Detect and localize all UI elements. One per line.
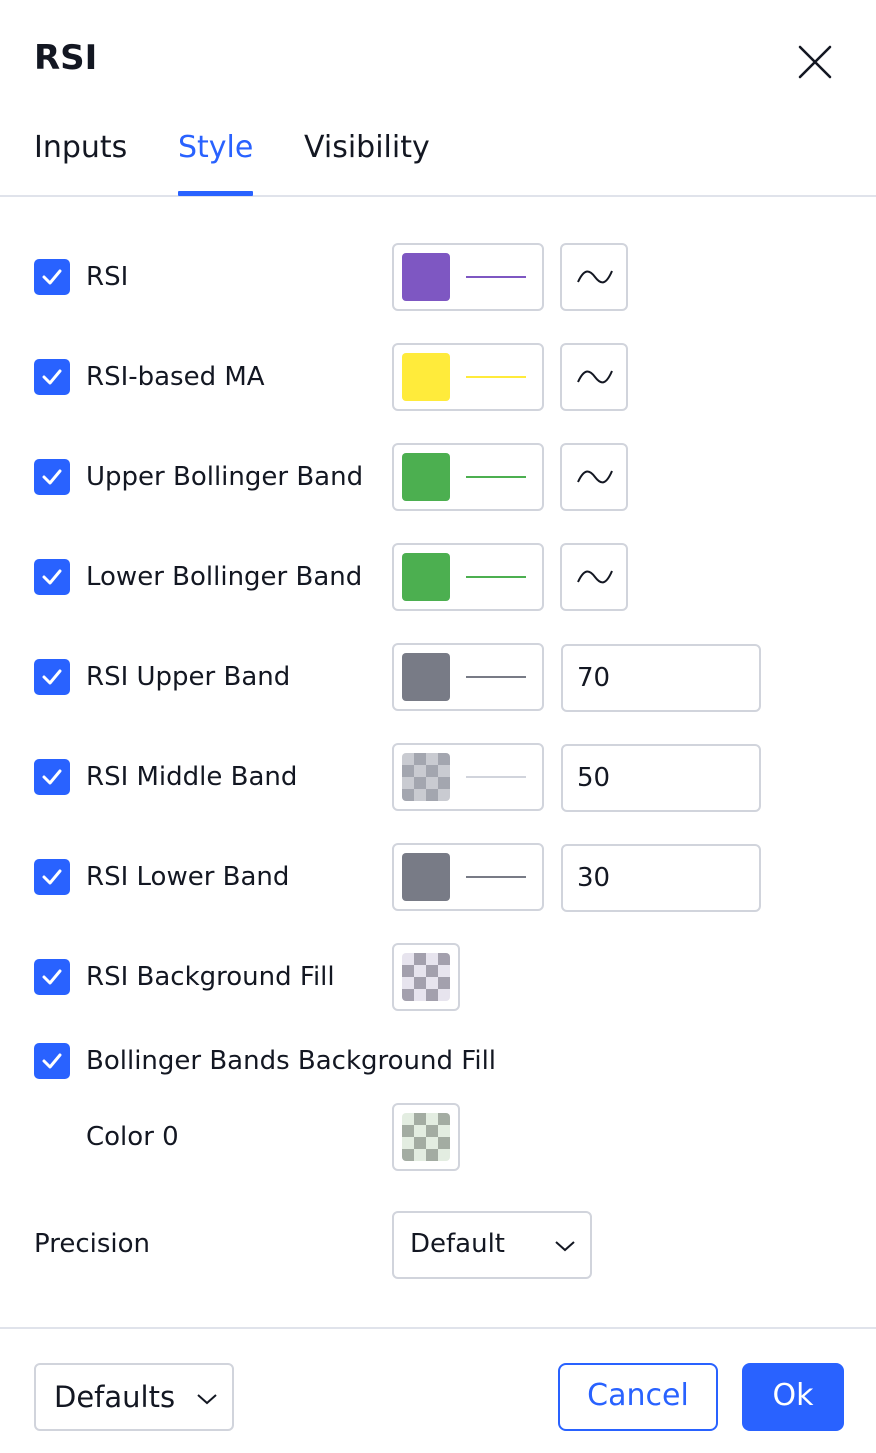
rsi-background-fill-label: RSI Background Fill: [86, 962, 335, 992]
rsi-based-ma-label: RSI-based MA: [86, 362, 265, 392]
line-plot-icon: [577, 270, 613, 284]
checkmark-icon: [42, 269, 62, 285]
rsi-plot-type-button[interactable]: [560, 243, 628, 311]
rsi-middle-band-checkbox[interactable]: [34, 759, 70, 795]
translucent-swatch: [402, 953, 450, 1001]
lower-bollinger-band-label: Lower Bollinger Band: [86, 562, 363, 592]
precision-select[interactable]: Default: [392, 1211, 592, 1279]
tab-style[interactable]: Style: [178, 130, 254, 196]
line-sample: [466, 476, 526, 478]
checkmark-icon: [42, 969, 62, 985]
upper-bollinger-band-label: Upper Bollinger Band: [86, 462, 364, 492]
color-swatch: [402, 453, 450, 501]
line-sample: [466, 276, 526, 278]
rsi-upper-band-color-button[interactable]: [392, 643, 544, 711]
rsi-based-ma-color-button[interactable]: [392, 343, 544, 411]
rsi-checkbox[interactable]: [34, 259, 70, 295]
style-row-rsi-upper-band: RSI Upper Band 70: [0, 643, 876, 712]
rsi-label: RSI: [86, 262, 129, 292]
checkmark-icon: [42, 769, 62, 785]
cancel-button[interactable]: Cancel: [558, 1363, 718, 1431]
dialog-title: RSI: [34, 38, 98, 78]
color-swatch: [402, 253, 450, 301]
rsi-settings-dialog: RSI Inputs Style Visibility RSI RSI-base…: [0, 0, 876, 1453]
style-row-rsi-background-fill: RSI Background Fill: [0, 943, 876, 1011]
color-0-label: Color 0: [86, 1122, 179, 1152]
rsi-upper-band-checkbox[interactable]: [34, 659, 70, 695]
rsi-background-fill-color-button[interactable]: [392, 943, 460, 1011]
rsi-upper-band-value-input[interactable]: 70: [561, 644, 761, 712]
rsi-color-button[interactable]: [392, 243, 544, 311]
style-row-color-0: Color 0: [0, 1103, 876, 1171]
line-sample: [466, 776, 526, 778]
checkmark-icon: [42, 869, 62, 885]
lower-bollinger-band-checkbox[interactable]: [34, 559, 70, 595]
rsi-background-fill-checkbox[interactable]: [34, 959, 70, 995]
line-sample: [466, 376, 526, 378]
checkmark-icon: [42, 569, 62, 585]
rsi-based-ma-plot-type-button[interactable]: [560, 343, 628, 411]
line-sample: [466, 676, 526, 678]
style-row-rsi-lower-band: RSI Lower Band 30: [0, 843, 876, 912]
lower-bollinger-band-color-button[interactable]: [392, 543, 544, 611]
color-0-button[interactable]: [392, 1103, 460, 1171]
upper-bollinger-band-checkbox[interactable]: [34, 459, 70, 495]
dialog-footer: Defaults Cancel Ok: [0, 1327, 876, 1453]
line-plot-icon: [577, 570, 613, 584]
tab-bar: Inputs Style Visibility: [0, 120, 876, 197]
rsi-lower-band-checkbox[interactable]: [34, 859, 70, 895]
rsi-middle-band-color-button[interactable]: [392, 743, 544, 811]
upper-bollinger-band-plot-type-button[interactable]: [560, 443, 628, 511]
style-row-rsi: RSI: [0, 243, 876, 311]
rsi-lower-band-value-input[interactable]: 30: [561, 844, 761, 912]
color-swatch: [402, 653, 450, 701]
bollinger-bands-background-fill-checkbox[interactable]: [34, 1043, 70, 1079]
translucent-swatch: [402, 1113, 450, 1161]
close-icon[interactable]: [795, 42, 835, 82]
color-swatch: [402, 853, 450, 901]
chevron-down-icon: [197, 1394, 217, 1405]
chevron-down-icon: [555, 1241, 575, 1252]
rsi-lower-band-color-button[interactable]: [392, 843, 544, 911]
line-sample: [466, 576, 526, 578]
line-plot-icon: [577, 370, 613, 384]
rsi-lower-band-label: RSI Lower Band: [86, 862, 290, 892]
style-row-bollinger-bands-background-fill: Bollinger Bands Background Fill: [0, 1027, 876, 1095]
rsi-middle-band-label: RSI Middle Band: [86, 762, 298, 792]
bollinger-bands-background-fill-label: Bollinger Bands Background Fill: [86, 1046, 497, 1076]
style-row-rsi-based-ma: RSI-based MA: [0, 343, 876, 411]
precision-value: Default: [410, 1229, 505, 1259]
color-swatch: [402, 553, 450, 601]
tab-visibility[interactable]: Visibility: [304, 130, 430, 195]
checkmark-icon: [42, 1053, 62, 1069]
ok-button[interactable]: Ok: [742, 1363, 844, 1431]
defaults-dropdown[interactable]: Defaults: [34, 1363, 234, 1431]
transparent-swatch: [402, 753, 450, 801]
style-row-lower-bollinger-band: Lower Bollinger Band: [0, 543, 876, 611]
defaults-label: Defaults: [54, 1380, 176, 1414]
checkmark-icon: [42, 369, 62, 385]
tab-inputs[interactable]: Inputs: [34, 130, 127, 195]
rsi-based-ma-checkbox[interactable]: [34, 359, 70, 395]
style-row-rsi-middle-band: RSI Middle Band 50: [0, 743, 876, 812]
line-sample: [466, 876, 526, 878]
precision-label: Precision: [34, 1229, 151, 1259]
rsi-upper-band-label: RSI Upper Band: [86, 662, 291, 692]
style-row-upper-bollinger-band: Upper Bollinger Band: [0, 443, 876, 511]
color-swatch: [402, 353, 450, 401]
line-plot-icon: [577, 470, 613, 484]
checkmark-icon: [42, 669, 62, 685]
rsi-middle-band-value-input[interactable]: 50: [561, 744, 761, 812]
checkmark-icon: [42, 469, 62, 485]
lower-bollinger-band-plot-type-button[interactable]: [560, 543, 628, 611]
upper-bollinger-band-color-button[interactable]: [392, 443, 544, 511]
